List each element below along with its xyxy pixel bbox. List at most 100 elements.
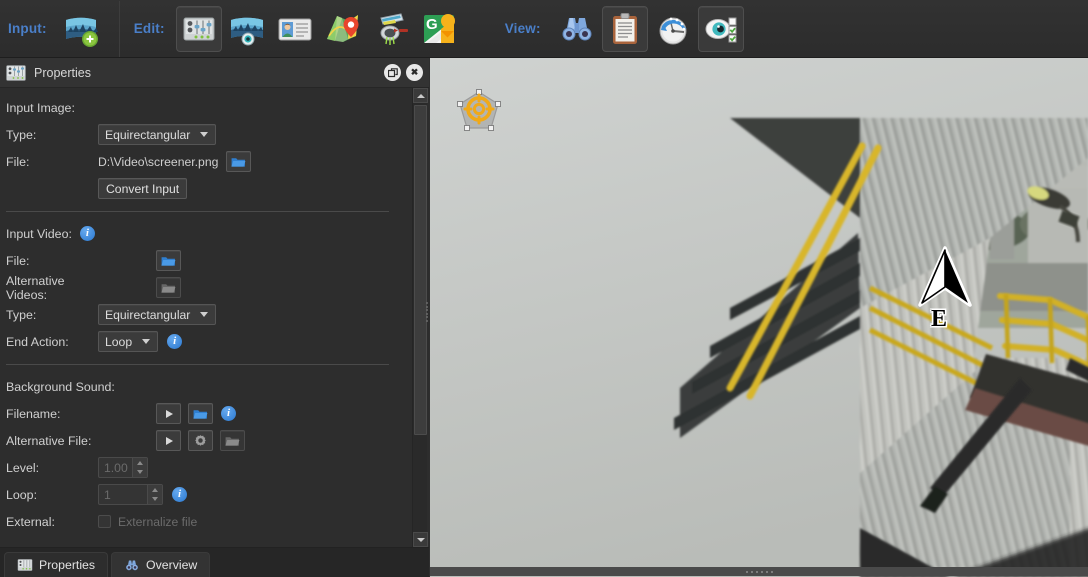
panel-splitter-handle[interactable] [424, 300, 429, 324]
image-file-browse-button[interactable] [226, 151, 252, 172]
panorama-viewpoint-editor-button[interactable] [224, 6, 270, 52]
tab-properties-label: Properties [39, 558, 96, 572]
label-video-type: Type: [6, 307, 37, 322]
sound-loop-stepper[interactable]: 1 [98, 484, 163, 505]
stepper-down-icon [137, 470, 143, 475]
map-editor-button[interactable] [320, 6, 366, 52]
hotspot-card-editor-button[interactable] [272, 6, 318, 52]
stepper-arrows[interactable] [147, 485, 162, 504]
tab-overview-label: Overview [146, 558, 198, 572]
tab-overview[interactable]: Overview [111, 552, 211, 577]
visibility-options-button[interactable] [697, 5, 744, 52]
toolbar-group-label-edit: Edit: [133, 21, 165, 36]
alternative-file-settings-button[interactable] [188, 430, 213, 451]
properties-editor-button[interactable] [175, 5, 222, 52]
sound-level-value: 1.00 [104, 460, 128, 475]
info-icon[interactable]: i [167, 334, 183, 349]
end-action-select[interactable]: Loop [98, 331, 159, 352]
row-alternative-videos: Alternative Videos: [6, 274, 411, 302]
alternative-file-browse-button[interactable] [220, 430, 245, 451]
sound-browse-button[interactable] [188, 403, 213, 424]
label-sound-filename: Filename: [6, 406, 61, 421]
row-input-video-heading: Input Video: i [6, 220, 411, 247]
map-pin-icon [326, 14, 359, 42]
divider-1 [6, 211, 389, 212]
folder-open-grey-icon [161, 283, 176, 293]
alternative-videos-browse-button[interactable] [156, 277, 181, 298]
binoculars-icon [562, 17, 592, 40]
stepper-up-icon [152, 487, 158, 492]
info-icon[interactable]: i [221, 406, 236, 421]
video-type-select[interactable]: Equirectangular [98, 304, 217, 325]
clipboard-properties-button[interactable] [601, 5, 648, 52]
sound-level-stepper[interactable]: 1.00 [98, 457, 148, 478]
sliders-panel-icon [17, 559, 33, 571]
section-heading-background-sound: Background Sound: [6, 379, 115, 394]
image-type-select[interactable]: Equirectangular [98, 124, 217, 145]
close-button[interactable]: ✖ [406, 64, 423, 81]
eye-checklist-icon [705, 17, 737, 42]
chevron-down-icon [142, 339, 151, 344]
tab-properties[interactable]: Properties [4, 552, 109, 577]
add-input-panorama-button[interactable] [58, 6, 104, 52]
compass-view-button[interactable] [650, 6, 696, 52]
chevron-down-icon [200, 312, 209, 317]
scroll-up-icon [416, 93, 425, 98]
preview-binoculars-button[interactable] [554, 6, 600, 52]
row-input-image-heading: Input Image: [6, 94, 411, 121]
scroll-down-button[interactable] [413, 532, 428, 547]
undock-button[interactable] [384, 64, 401, 81]
row-background-sound-heading: Background Sound: [6, 373, 411, 400]
folder-open-icon [231, 157, 246, 167]
convert-input-button[interactable]: Convert Input [98, 178, 188, 199]
toolbar-group-label-view: View: [504, 21, 541, 36]
info-icon[interactable]: i [172, 487, 187, 502]
sound-loop-value: 1 [104, 487, 111, 502]
label-end-action: End Action: [6, 334, 69, 349]
video-file-browse-button[interactable] [156, 250, 181, 271]
toolbar-group-label-input: Input: [8, 21, 47, 36]
row-end-action: End Action: Loop i [6, 328, 411, 355]
main-toolbar: Input: Edit: G View: [0, 0, 1088, 58]
section-heading-input-video: Input Video: [6, 226, 72, 241]
image-type-value: Equirectangular [105, 127, 191, 142]
sliders-panel-icon [6, 64, 26, 81]
row-sound-loop: Loop: 1 i [6, 481, 411, 508]
panorama-viewport[interactable] [430, 58, 1088, 577]
stepper-down-icon [152, 497, 158, 502]
viewport-resize-grip[interactable] [430, 567, 1088, 576]
google-maps-editor-button[interactable]: G [416, 6, 462, 52]
scroll-down-icon [416, 537, 425, 542]
panel-titlebar: Properties ✖ [0, 58, 429, 88]
folder-open-grey-icon [225, 436, 240, 446]
play-icon [165, 436, 173, 445]
panel-title-text: Properties [34, 65, 91, 80]
play-icon [165, 409, 173, 418]
label-alternative-file: Alternative File: [6, 433, 92, 448]
scroll-up-button[interactable] [413, 88, 428, 103]
externalize-file-checkbox[interactable] [98, 515, 111, 528]
panorama-eye-icon [230, 17, 263, 45]
stepper-arrows[interactable] [132, 458, 147, 477]
row-convert-input: Convert Input [6, 175, 411, 202]
projection-editor-button[interactable] [368, 6, 414, 52]
label-video-file: File: [6, 253, 30, 268]
scrollbar-thumb[interactable] [414, 105, 427, 435]
properties-panel: Properties ✖ Input Image: Type: Equirect… [0, 58, 429, 577]
toolbar-separator-1 [118, 0, 120, 57]
chevron-down-icon [200, 132, 209, 137]
folder-open-icon [161, 256, 176, 266]
hotspot-target-marker[interactable] [455, 88, 503, 138]
video-type-value: Equirectangular [105, 307, 191, 322]
info-icon[interactable]: i [79, 226, 95, 241]
panel-tabbar: Properties Overview [0, 547, 429, 577]
undock-icon [387, 67, 398, 77]
compass-overlay: E [915, 245, 975, 345]
sound-play-button[interactable] [156, 403, 181, 424]
end-action-value: Loop [105, 334, 133, 349]
row-sound-filename: Filename: i [6, 400, 411, 427]
row-external: External: Externalize file [6, 508, 411, 535]
alternative-file-play-button[interactable] [156, 430, 181, 451]
compass-clock-icon [659, 17, 687, 44]
properties-form: Input Image: Type: Equirectangular File:… [0, 88, 411, 547]
